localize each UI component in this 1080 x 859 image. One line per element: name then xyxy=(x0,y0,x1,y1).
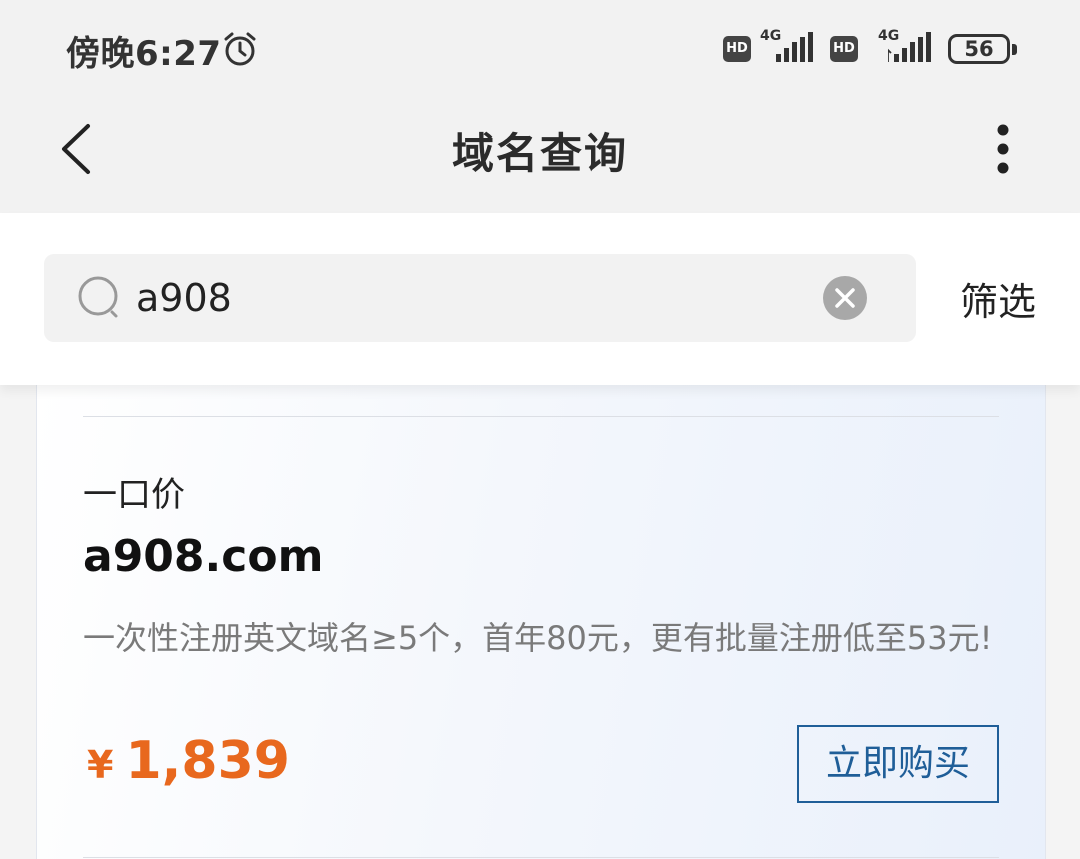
buy-now-button[interactable]: 立即购买 xyxy=(797,725,999,803)
status-time: 傍晚6:27 xyxy=(66,34,222,74)
domain-name: a908.com xyxy=(83,531,324,582)
filter-button[interactable]: 筛选 xyxy=(960,271,1036,326)
price: ¥1,839 xyxy=(87,731,290,791)
search-bar: 筛选 xyxy=(0,213,1080,385)
currency-symbol: ¥ xyxy=(87,743,114,787)
price-type-label: 一口价 xyxy=(83,475,185,515)
battery-indicator: 56 xyxy=(948,34,1017,64)
status-bar: 傍晚6:27 HD 4G HD 4G 56 xyxy=(0,0,1080,82)
divider xyxy=(83,416,999,417)
page-title: 域名查询 xyxy=(451,129,628,178)
search-box[interactable] xyxy=(44,254,916,342)
promo-text: 一次性注册英文域名≥5个，首年80元，更有批量注册低至53元! xyxy=(83,619,993,657)
price-value: 1,839 xyxy=(125,731,290,791)
divider xyxy=(83,857,999,858)
clear-search-button[interactable] xyxy=(823,276,867,320)
hd-badge-sim1: HD xyxy=(723,36,751,62)
signal-strength-icon xyxy=(888,32,931,62)
search-input[interactable] xyxy=(136,268,796,328)
signal-strength-icon xyxy=(776,32,813,62)
domain-result-card: 一口价 a908.com 一次性注册英文域名≥5个，首年80元，更有批量注册低至… xyxy=(36,370,1046,859)
nav-bar: 域名查询 xyxy=(0,82,1080,213)
search-icon xyxy=(78,276,118,318)
alarm-clock-icon xyxy=(224,32,256,66)
close-icon xyxy=(835,288,855,308)
hd-badge-sim2: HD xyxy=(830,36,858,62)
more-vertical-icon[interactable] xyxy=(992,124,1014,174)
